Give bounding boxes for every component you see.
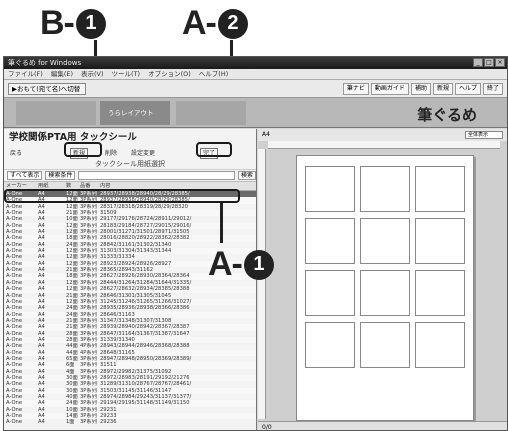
label-cell[interactable] xyxy=(415,218,465,264)
step-tab-1[interactable] xyxy=(16,101,96,125)
label-cell[interactable] xyxy=(305,218,355,264)
label-cell[interactable] xyxy=(360,322,410,368)
menu-view[interactable]: 表示(V) xyxy=(81,69,104,79)
close-button[interactable]: × xyxy=(495,58,505,67)
label-cell[interactable] xyxy=(305,270,355,316)
nav-bar: ▶おもて(宛て名)へ切替 筆ナビ 動画ガイド 補助 新規 ヘルプ 終了 xyxy=(4,80,507,98)
step-back-layout[interactable]: うらレイアウト xyxy=(100,101,170,125)
callout-a1-letter: A- xyxy=(208,245,243,283)
label-cell[interactable] xyxy=(415,270,465,316)
delete-label-button[interactable]: 削除 xyxy=(102,148,120,159)
preview-status: 0/0 xyxy=(258,421,507,430)
callout-a1-number: 1 xyxy=(243,249,274,280)
callout-b1-number: 1 xyxy=(75,8,106,39)
label-sheet-preview xyxy=(296,155,474,421)
highlight-selected-row xyxy=(4,189,240,203)
callout-a2-number: 2 xyxy=(217,8,248,39)
screenshot-root: B- 1 A- 2 筆ぐるめ for Windows _ □ × ファイル(F)… xyxy=(0,0,508,431)
menu-option[interactable]: オプション(O) xyxy=(148,69,191,79)
cell-size: A4 xyxy=(38,419,45,426)
step-tab-3[interactable] xyxy=(176,101,246,125)
cell-count: 1面 xyxy=(66,419,75,426)
switch-front-button[interactable]: ▶おもて(宛て名)へ切替 xyxy=(8,83,86,95)
menu-tool[interactable]: ツール(T) xyxy=(112,69,141,79)
help-button[interactable]: ヘルプ xyxy=(454,83,481,95)
settings-change-button[interactable]: 設定変更 xyxy=(128,148,158,159)
callout-a2-letter: A- xyxy=(182,4,217,42)
label-cell[interactable] xyxy=(360,218,410,264)
horizontal-ruler xyxy=(268,141,500,149)
label-grid xyxy=(305,166,465,368)
back-button[interactable]: 戻る xyxy=(7,148,25,159)
vertical-ruler xyxy=(258,149,266,419)
cell-code: 3P系列 xyxy=(80,419,97,426)
table-row[interactable]: A-One A4 1面 3P系列 29236 xyxy=(4,419,256,425)
show-all-button[interactable]: すべて表示 xyxy=(7,171,43,180)
assist-button[interactable]: 補助 xyxy=(410,83,431,95)
new-button[interactable]: 新規 xyxy=(432,83,453,95)
minimize-button[interactable]: _ xyxy=(473,58,483,67)
menu-edit[interactable]: 編集(E) xyxy=(51,69,73,79)
callout-a1: A- 1 xyxy=(208,245,274,284)
title-bar: 筆ぐるめ for Windows _ □ × xyxy=(4,57,507,69)
label-cell[interactable] xyxy=(305,166,355,212)
menu-help[interactable]: ヘルプ(H) xyxy=(199,69,228,79)
search-condition-label: 検索条件 xyxy=(45,171,76,180)
preview-header: A4 全体表示 xyxy=(258,129,507,141)
filter-row: すべて表示 検索条件 検索 xyxy=(4,170,256,182)
video-guide-button[interactable]: 動画ガイド xyxy=(370,83,409,95)
exit-button[interactable]: 終了 xyxy=(482,83,503,95)
callout-b1-letter: B- xyxy=(40,4,75,42)
table-body: A-One A4 12面 3P系列 28937/28938/28940/28/29/28… xyxy=(4,191,256,426)
menu-file[interactable]: ファイル(F) xyxy=(8,69,43,79)
callout-a2: A- 2 xyxy=(182,4,248,43)
menu-bar: ファイル(F) 編集(E) 表示(V) ツール(T) オプション(O) ヘルプ(… xyxy=(4,69,507,80)
highlight-done-button xyxy=(196,142,232,157)
label-cell[interactable] xyxy=(305,322,355,368)
zoom-select[interactable]: 全体表示 xyxy=(465,131,503,139)
search-input[interactable] xyxy=(78,171,235,180)
fude-navi-button[interactable]: 筆ナビ xyxy=(342,83,369,95)
cell-content: 29236 xyxy=(100,419,117,426)
label-table: メーカー 用紙 数 品番 内容 A-One A4 12面 3P系列 28937/2893… xyxy=(4,182,256,426)
app-logo: 筆ぐるめ xyxy=(417,106,477,124)
window-title: 筆ぐるめ for Windows xyxy=(8,59,82,67)
cell-maker: A-One xyxy=(6,419,23,426)
paper-size-label: A4 xyxy=(262,131,270,138)
label-cell[interactable] xyxy=(415,166,465,212)
highlight-new-button xyxy=(64,142,102,157)
label-cell[interactable] xyxy=(360,166,410,212)
label-cell[interactable] xyxy=(360,270,410,316)
preview-pane: A4 全体表示 0/0 xyxy=(258,129,507,430)
step-bar: うらレイアウト 筆ぐるめ xyxy=(4,98,507,128)
label-cell[interactable] xyxy=(415,322,465,368)
pane-subtitle: タックシール用紙選択 xyxy=(4,159,256,170)
maximize-button[interactable]: □ xyxy=(484,58,494,67)
callout-a1-leader xyxy=(220,203,223,243)
search-button[interactable]: 検索 xyxy=(237,171,256,180)
callout-b1: B- 1 xyxy=(40,4,106,43)
app-window: 筆ぐるめ for Windows _ □ × ファイル(F) 編集(E) 表示(… xyxy=(3,56,508,431)
